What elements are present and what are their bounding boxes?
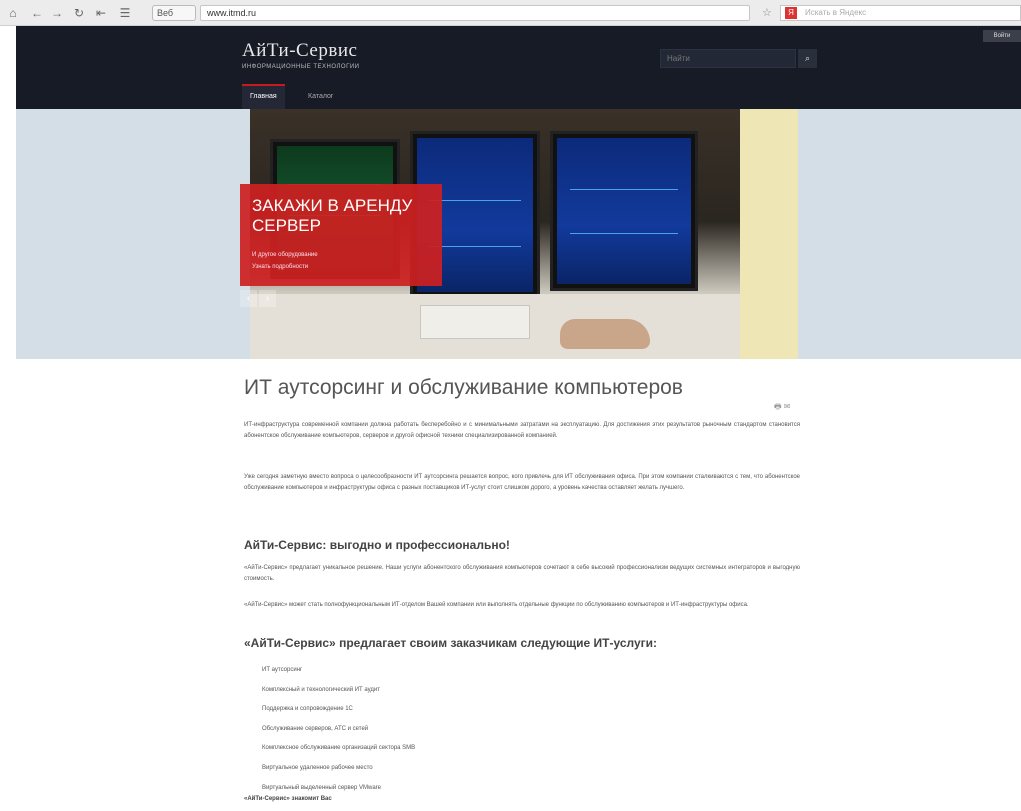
services-list: ИТ аутсорсинг Комплексный и технологичес… [262, 661, 415, 798]
slider-prev-button[interactable]: ‹ [240, 290, 257, 307]
list-item: Виртуальное удаленное рабочее место [262, 764, 373, 771]
promo-banner[interactable]: ЗАКАЖИ В АРЕНДУ СЕРВЕР И другое оборудов… [240, 184, 442, 286]
browser-toolbar: ⌂ ← → ↻ ⇤ ☰ Веб www.itmd.ru ☆ Я Искать в… [0, 0, 1021, 26]
site-search-input[interactable]: Найти [660, 49, 796, 68]
browser-search-box[interactable]: Я Искать в Яндекс [780, 5, 1021, 21]
promo-title: ЗАКАЖИ В АРЕНДУ СЕРВЕР [252, 196, 413, 235]
list-item: Комплексный и технологический ИТ аудит [262, 686, 381, 693]
menu-item-catalog[interactable]: Каталог [300, 84, 341, 109]
yandex-logo-icon: Я [785, 7, 797, 19]
site-search-button[interactable]: ⌕ [798, 49, 817, 68]
article-footnote: «АйТи-Сервис» знакомит Вас [244, 796, 332, 802]
article-paragraph: ИТ-инфраструктура современной компании д… [244, 422, 800, 439]
monitor-image [550, 131, 698, 291]
address-bar[interactable]: www.itmd.ru [200, 5, 750, 21]
article-paragraph: «АйТи-Сервис» может стать полнофункциона… [244, 602, 749, 608]
browser-search-placeholder: Искать в Яндекс [805, 8, 867, 17]
list-item: Обслуживание серверов, АТС и сетей [262, 725, 369, 732]
article-paragraph: «АйТи-Сервис» предлагает уникальное реше… [244, 565, 800, 582]
bookmark-star-icon[interactable]: ☆ [762, 6, 772, 19]
reload-icon[interactable]: ↻ [72, 6, 86, 20]
article-title: ИТ аутсорсинг и обслуживание компьютеров [244, 376, 683, 399]
keyboard-image [420, 305, 530, 339]
list-item: Комплексное обслуживание организаций сек… [262, 745, 416, 752]
services-heading: «АйТи-Сервис» предлагает своим заказчика… [244, 636, 658, 650]
bookmarks-icon[interactable]: ☰ [118, 6, 132, 20]
hero-slider: ЗАКАЖИ В АРЕНДУ СЕРВЕР И другое оборудов… [16, 109, 1021, 359]
home-icon[interactable]: ⌂ [6, 6, 20, 20]
promo-text: И другое оборудование [252, 252, 318, 258]
slider-next-button[interactable]: › [259, 290, 276, 307]
stop-icon[interactable]: ⇤ [94, 6, 108, 20]
section-heading: АйТи-Сервис: выгодно и профессионально! [244, 538, 510, 552]
site-logo[interactable]: АйТи-Сервис [242, 40, 357, 62]
list-item: ИТ аутсорсинг [262, 667, 303, 673]
list-item: Поддержка и сопровождение 1С [262, 706, 353, 713]
site-header: АйТи-Сервис информационные технологии На… [16, 26, 1021, 109]
article-paragraph: Уже сегодня заметную вместо вопроса о це… [244, 474, 800, 491]
promo-more-link[interactable]: Узнать подробности [252, 264, 308, 270]
site-identity-badge[interactable]: Веб [152, 5, 196, 21]
login-link[interactable]: Войти [983, 30, 1021, 42]
window-image [740, 109, 798, 359]
print-email-icon[interactable]: 🖶 ✉ [774, 401, 790, 415]
forward-icon[interactable]: → [50, 6, 64, 20]
hand-image [560, 319, 650, 349]
back-icon[interactable]: ← [30, 6, 44, 20]
site-tagline: информационные технологии [242, 64, 360, 70]
menu-item-home[interactable]: Главная [242, 84, 285, 109]
